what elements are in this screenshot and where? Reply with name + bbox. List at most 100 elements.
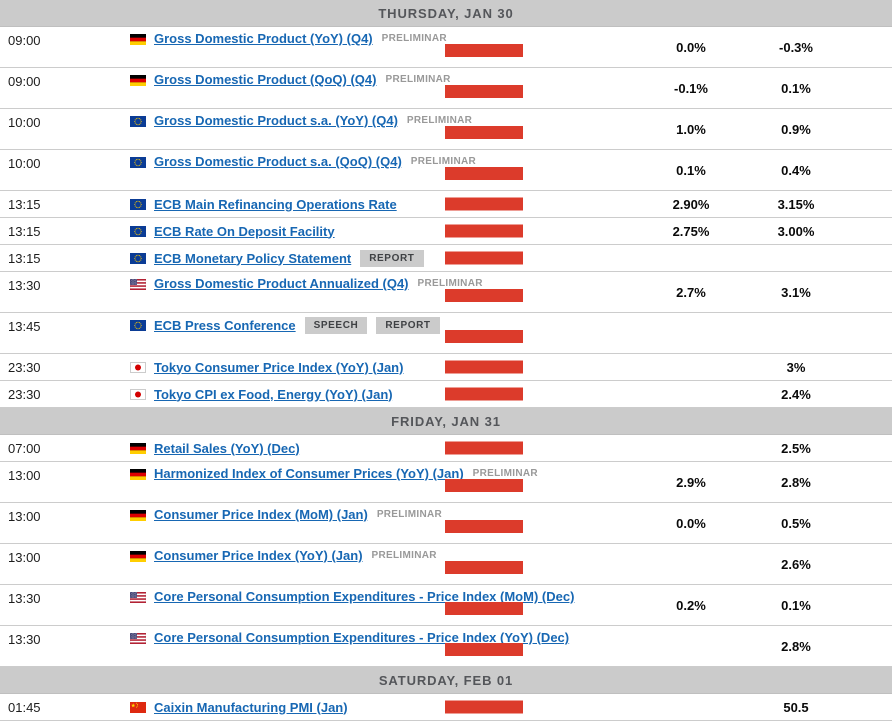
european-union-flag-icon <box>130 198 154 210</box>
event-cell: Retail Sales (YoY) (Dec) <box>154 441 640 456</box>
value-col-1: 0.0% <box>676 39 706 55</box>
event-link[interactable]: ECB Main Refinancing Operations Rate <box>154 197 397 212</box>
event-link[interactable]: ECB Monetary Policy Statement <box>154 251 351 266</box>
event-cell: Caixin Manufacturing PMI (Jan) <box>154 700 640 715</box>
value-col-2: 3% <box>786 359 806 375</box>
event-time: 09:00 <box>8 74 41 89</box>
volatility-bar <box>445 479 523 492</box>
event-time: 01:45 <box>8 699 41 715</box>
day-header: FRIDAY, JAN 31 <box>0 408 892 435</box>
event-time: 13:30 <box>8 591 41 606</box>
event-time: 13:15 <box>8 196 41 212</box>
event-link[interactable]: Retail Sales (YoY) (Dec) <box>154 441 300 456</box>
event-cell: Harmonized Index of Consumer Prices (YoY… <box>154 462 640 481</box>
volatility-bar <box>445 251 523 265</box>
volatility-bar <box>445 126 523 139</box>
germany-flag-icon <box>130 462 154 480</box>
preliminary-tag: PRELIMINAR <box>381 33 447 44</box>
speech-badge[interactable]: SPEECH <box>304 317 368 334</box>
report-badge[interactable]: REPORT <box>376 317 440 334</box>
event-time: 13:00 <box>8 468 41 483</box>
volatility-bar <box>445 167 523 180</box>
preliminary-tag: PRELIMINAR <box>406 115 473 126</box>
report-badge[interactable]: REPORT <box>360 249 424 267</box>
event-cell: Consumer Price Index (MoM) (Jan) PRELIMIN… <box>154 503 640 522</box>
preliminary-tag: PRELIMINAR <box>472 468 538 479</box>
value-col-1: 2.9% <box>676 474 706 490</box>
event-link[interactable]: Consumer Price Index (MoM) (Jan) <box>154 507 368 522</box>
volatility-bar <box>445 85 523 98</box>
value-col-2: 0.1% <box>781 80 811 96</box>
event-time: 10:00 <box>8 156 41 171</box>
value-col-2: 3.1% <box>781 284 811 300</box>
value-col-2: 0.1% <box>781 597 811 613</box>
event-cell: Gross Domestic Product s.a. (YoY) (Q4) PR… <box>154 109 640 128</box>
germany-flag-icon <box>130 68 154 86</box>
event-cell: Tokyo Consumer Price Index (YoY) (Jan) <box>154 360 640 375</box>
value-col-1: -0.1% <box>674 80 708 96</box>
event-link[interactable]: ECB Rate On Deposit Facility <box>154 224 335 239</box>
value-col-2: 3.00% <box>777 223 815 239</box>
event-link[interactable]: ECB Press Conference <box>154 318 296 333</box>
event-cell: Core Personal Consumption Expenditures -… <box>154 585 640 604</box>
event-row: 10:00 Gross Domestic Product s.a. (QoQ) (… <box>0 150 892 191</box>
japan-flag-icon <box>130 388 154 400</box>
event-time: 23:30 <box>8 386 41 402</box>
volatility-bar <box>445 441 523 455</box>
preliminary-tag: PRELIMINAR <box>417 278 483 289</box>
event-link[interactable]: Tokyo CPI ex Food, Energy (YoY) (Jan) <box>154 387 393 402</box>
value-col-2: 50.5 <box>783 699 809 715</box>
event-row: 13:30 Core Personal Consumption Expenditu… <box>0 585 892 626</box>
value-col-1: 2.75% <box>672 223 710 239</box>
day-header: THURSDAY, JAN 30 <box>0 0 892 27</box>
volatility-bar <box>445 602 523 615</box>
japan-flag-icon <box>130 361 154 373</box>
event-time: 13:00 <box>8 550 41 565</box>
preliminary-tag: PRELIMINAR <box>371 550 437 561</box>
european-union-flag-icon <box>130 252 154 264</box>
event-link[interactable]: Harmonized Index of Consumer Prices (YoY… <box>154 466 464 481</box>
volatility-bar <box>445 387 523 401</box>
volatility-bar <box>445 700 523 714</box>
value-col-1: 1.0% <box>676 121 706 137</box>
event-row: 10:00 Gross Domestic Product s.a. (YoY) (… <box>0 109 892 150</box>
european-union-flag-icon <box>130 313 154 331</box>
value-col-2: 2.8% <box>781 638 811 654</box>
germany-flag-icon <box>130 27 154 45</box>
value-col-1: 0.1% <box>676 162 706 178</box>
volatility-bar <box>445 44 523 57</box>
event-cell: Gross Domestic Product s.a. (QoQ) (Q4) PR… <box>154 150 640 169</box>
value-col-1: 2.7% <box>676 284 706 300</box>
event-link[interactable]: Gross Domestic Product (QoQ) (Q4) <box>154 72 376 87</box>
event-link[interactable]: Gross Domestic Product (YoY) (Q4) <box>154 31 373 46</box>
event-link[interactable]: Consumer Price Index (YoY) (Jan) <box>154 548 363 563</box>
event-row: 13:15 ECB Monetary Policy Statement REPORT <box>0 245 892 272</box>
preliminary-tag: PRELIMINAR <box>410 156 477 167</box>
event-row: 13:45 ECB Press Conference SPEECH REPORT <box>0 313 892 354</box>
event-time: 09:00 <box>8 33 41 48</box>
preliminary-tag: PRELIMINAR <box>385 74 451 85</box>
event-row: 09:00 Gross Domestic Product (YoY) (Q4) PR… <box>0 27 892 68</box>
volatility-bar <box>445 520 523 533</box>
event-row: 23:30 Tokyo CPI ex Food, Energy (YoY) (Ja… <box>0 381 892 408</box>
event-link[interactable]: Caixin Manufacturing PMI (Jan) <box>154 700 348 715</box>
value-col-2: 3.15% <box>777 196 815 212</box>
event-cell: ECB Press Conference SPEECH REPORT <box>154 313 640 334</box>
china-flag-icon <box>130 701 154 713</box>
event-cell: Gross Domestic Product (YoY) (Q4) PRELIMI… <box>154 27 640 46</box>
event-row: 13:30 Core Personal Consumption Expenditu… <box>0 626 892 667</box>
event-cell: Core Personal Consumption Expenditures -… <box>154 626 640 645</box>
volatility-bar <box>445 360 523 374</box>
united-states-flag-icon <box>130 626 154 644</box>
event-time: 13:45 <box>8 319 41 334</box>
event-cell: ECB Rate On Deposit Facility <box>154 224 640 239</box>
event-row: 23:30 Tokyo Consumer Price Index (YoY) (J… <box>0 354 892 381</box>
value-col-1: 2.90% <box>672 196 710 212</box>
event-link[interactable]: Tokyo Consumer Price Index (YoY) (Jan) <box>154 360 403 375</box>
event-link[interactable]: Gross Domestic Product s.a. (YoY) (Q4) <box>154 113 398 128</box>
event-link[interactable]: Gross Domestic Product Annualized (Q4) <box>154 276 409 291</box>
event-link[interactable]: Gross Domestic Product s.a. (QoQ) (Q4) <box>154 154 402 169</box>
european-union-flag-icon <box>130 225 154 237</box>
event-cell: Gross Domestic Product Annualized (Q4) PR… <box>154 272 640 291</box>
event-row: 07:00 Retail Sales (YoY) (Dec) 2.5% <box>0 435 892 462</box>
